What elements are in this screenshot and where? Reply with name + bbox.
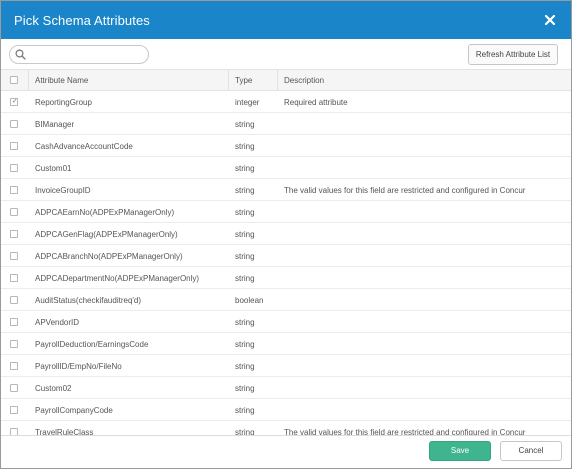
table-row[interactable]: Custom02 string [1, 377, 571, 399]
dialog-footer: Save Cancel [1, 435, 571, 468]
table-row[interactable]: ✓ ReportingGroup integer Required attribute [1, 91, 571, 113]
row-checkbox[interactable] [10, 274, 18, 282]
type-cell: string [235, 340, 255, 349]
row-checkbox[interactable]: ✓ [10, 98, 18, 106]
type-cell: boolean [235, 296, 264, 305]
column-header-type[interactable]: Type [235, 76, 252, 85]
type-cell: string [235, 252, 255, 261]
column-divider [277, 70, 278, 90]
column-divider [228, 70, 229, 90]
row-checkbox[interactable] [10, 362, 18, 370]
type-cell: string [235, 120, 255, 129]
column-divider [28, 70, 29, 90]
attribute-name-cell: APVendorID [35, 318, 80, 327]
row-checkbox[interactable] [10, 208, 18, 216]
attribute-name-cell: ReportingGroup [35, 98, 92, 107]
attribute-name-cell: PayrollID/EmpNo/FileNo [35, 362, 122, 371]
table-row[interactable]: Custom01 string [1, 157, 571, 179]
row-checkbox[interactable] [10, 340, 18, 348]
attribute-name-cell: InvoiceGroupID [35, 186, 91, 195]
attribute-name-cell: ADPCAEarnNo(ADPExPManagerOnly) [35, 208, 175, 217]
cancel-button[interactable]: Cancel [500, 441, 562, 461]
attribute-name-cell: CashAdvanceAccountCode [35, 142, 133, 151]
type-cell: string [235, 186, 255, 195]
refresh-attribute-list-button[interactable]: Refresh Attribute List [468, 44, 558, 65]
attribute-name-cell: AuditStatus(checkifauditreq'd) [35, 296, 142, 305]
row-checkbox[interactable] [10, 406, 18, 414]
attribute-name-cell: PayrollCompanyCode [35, 406, 113, 415]
table-row[interactable]: AuditStatus(checkifauditreq'd) boolean [1, 289, 571, 311]
attribute-name-cell: Custom02 [35, 384, 72, 393]
table-row[interactable]: CashAdvanceAccountCode string [1, 135, 571, 157]
description-cell: The valid values for this field are rest… [284, 428, 526, 435]
row-checkbox[interactable] [10, 296, 18, 304]
description-cell: Required attribute [284, 98, 348, 107]
type-cell: string [235, 362, 255, 371]
column-header-description[interactable]: Description [284, 76, 324, 85]
description-cell: The valid values for this field are rest… [284, 186, 526, 195]
attribute-name-cell: BIManager [35, 120, 75, 129]
attribute-name-cell: TravelRuleClass [35, 428, 94, 435]
checkmark-icon: ✓ [12, 98, 18, 105]
type-cell: string [235, 318, 255, 327]
row-checkbox[interactable] [10, 252, 18, 260]
pick-schema-attributes-dialog: Pick Schema Attributes Refresh Attribute… [0, 0, 572, 469]
row-checkbox[interactable] [10, 318, 18, 326]
type-cell: string [235, 208, 255, 217]
type-cell: integer [235, 98, 260, 107]
attribute-table: Attribute Name Type Description ✓ Reporti… [1, 69, 571, 435]
type-cell: string [235, 406, 255, 415]
dialog-titlebar: Pick Schema Attributes [1, 1, 571, 39]
table-row[interactable]: ADPCAGenFlag(ADPExPManagerOnly) string [1, 223, 571, 245]
table-row[interactable]: ADPCADepartmentNo(ADPExPManagerOnly) stri… [1, 267, 571, 289]
toolbar: Refresh Attribute List [1, 39, 571, 69]
row-checkbox[interactable] [10, 164, 18, 172]
table-row[interactable]: PayrollID/EmpNo/FileNo string [1, 355, 571, 377]
search-icon [15, 49, 26, 60]
type-cell: string [235, 428, 255, 435]
attribute-name-cell: Custom01 [35, 164, 72, 173]
table-row[interactable]: ADPCABranchNo(ADPExPManagerOnly) string [1, 245, 571, 267]
attribute-name-cell: ADPCADepartmentNo(ADPExPManagerOnly) [35, 274, 200, 283]
row-checkbox[interactable] [10, 230, 18, 238]
row-checkbox[interactable] [10, 384, 18, 392]
search-box[interactable] [9, 45, 149, 64]
attribute-name-cell: ADPCAGenFlag(ADPExPManagerOnly) [35, 230, 178, 239]
close-icon[interactable] [543, 13, 557, 27]
save-button[interactable]: Save [429, 441, 491, 461]
table-header: Attribute Name Type Description [1, 69, 571, 91]
row-checkbox[interactable] [10, 142, 18, 150]
dialog-title: Pick Schema Attributes [14, 13, 150, 28]
table-row[interactable]: ADPCAEarnNo(ADPExPManagerOnly) string [1, 201, 571, 223]
search-input[interactable] [30, 47, 142, 62]
type-cell: string [235, 384, 255, 393]
type-cell: string [235, 164, 255, 173]
row-checkbox[interactable] [10, 186, 18, 194]
attribute-name-cell: ADPCABranchNo(ADPExPManagerOnly) [35, 252, 183, 261]
column-header-attribute-name[interactable]: Attribute Name [35, 76, 88, 85]
row-checkbox[interactable] [10, 428, 18, 435]
type-cell: string [235, 230, 255, 239]
table-row[interactable]: BIManager string [1, 113, 571, 135]
table-row[interactable]: PayrollCompanyCode string [1, 399, 571, 421]
row-checkbox[interactable] [10, 120, 18, 128]
select-all-checkbox[interactable] [10, 76, 18, 84]
table-row[interactable]: TravelRuleClass string The valid values fo… [1, 421, 571, 435]
table-row[interactable]: PayrollDeduction/EarningsCode string [1, 333, 571, 355]
table-row[interactable]: APVendorID string [1, 311, 571, 333]
attribute-name-cell: PayrollDeduction/EarningsCode [35, 340, 149, 349]
table-row[interactable]: InvoiceGroupID string The valid values for… [1, 179, 571, 201]
type-cell: string [235, 274, 255, 283]
type-cell: string [235, 142, 255, 151]
